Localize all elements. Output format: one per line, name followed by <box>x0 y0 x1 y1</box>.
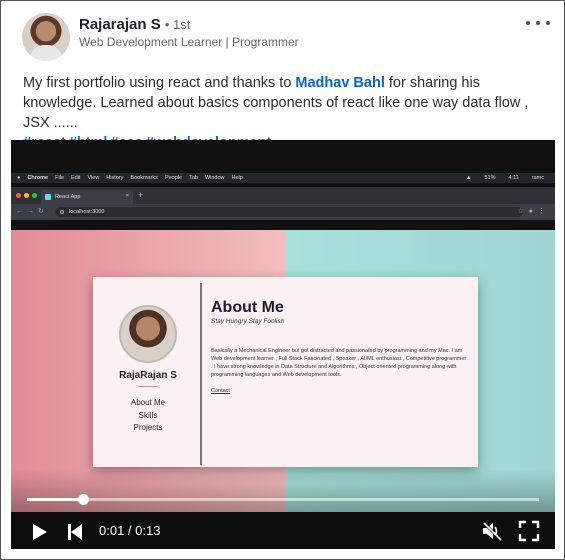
browser-tab-title: React App <box>55 194 81 200</box>
apple-icon: ● <box>17 175 21 181</box>
url-text: localhost:3000 <box>69 209 105 215</box>
nav-skills: Skills <box>138 410 158 420</box>
profile-name: RajaRajan S <box>119 370 177 381</box>
window-controls <box>16 193 37 198</box>
mac-menu-item: Bookmarks <box>130 175 158 181</box>
info-icon <box>60 210 64 214</box>
author-avatar[interactable] <box>22 13 70 61</box>
browser-tab: React App × <box>41 190 133 204</box>
mute-button[interactable] <box>481 520 503 542</box>
more-dot-icon <box>536 21 540 25</box>
fullscreen-icon <box>518 520 540 542</box>
more-dot-icon <box>526 21 530 25</box>
mac-menu-bar: ● Chrome File Edit View History Bookmark… <box>11 173 555 183</box>
progress-bar[interactable] <box>27 494 539 505</box>
mac-menu-item: People <box>164 175 183 181</box>
about-subtitle: Stay Hungry Stay Foolish <box>211 318 285 325</box>
profile-photo <box>119 305 177 363</box>
minimize-window-icon <box>24 193 29 198</box>
fullscreen-button[interactable] <box>518 520 540 542</box>
nav-projects: Projects <box>133 423 163 432</box>
post-card: Rajarajan S • 1st Web Development Learne… <box>0 0 565 560</box>
wifi-icon: ▲ <box>466 175 472 181</box>
about-body: Basically a Mechanical Engineer but got … <box>211 348 467 378</box>
browser-nav-icons: ←→↻ <box>16 208 48 215</box>
about-section: About Me Stay Hungry Stay Foolish Basica… <box>211 299 469 397</box>
about-title: About Me <box>211 299 284 316</box>
contact-link: Contact <box>211 388 230 394</box>
post-text-start: My first portfolio using react and thank… <box>23 75 296 91</box>
more-options-button[interactable] <box>524 13 552 33</box>
mac-menu-item: Tab <box>189 175 198 181</box>
battery-percent: 51% <box>484 175 496 181</box>
mac-menu-item: History <box>106 175 124 181</box>
browser-tab-strip: React App × + <box>11 187 555 204</box>
portfolio-card: RajaRajan S About Me Skills Projects Abo… <box>93 277 478 467</box>
mac-menu-item: View <box>87 175 100 181</box>
author-name[interactable]: Rajarajan S <box>79 16 161 33</box>
player-control-bar: 0:01 / 0:13 <box>11 512 555 549</box>
skip-back-button[interactable] <box>65 522 85 542</box>
profile-column: RajaRajan S About Me Skills Projects <box>93 277 200 467</box>
post-header: Rajarajan S • 1st Web Development Learne… <box>22 13 552 65</box>
portfolio-nav: About Me Skills Projects <box>93 398 203 436</box>
name-underline <box>138 386 158 387</box>
maximize-window-icon <box>32 193 37 198</box>
user-name: ramc <box>531 175 544 181</box>
play-icon <box>33 524 47 540</box>
time-display: 0:01 / 0:13 <box>99 523 161 538</box>
more-dot-icon <box>546 21 550 25</box>
mac-menu-item: Edit <box>70 175 81 181</box>
react-favicon-icon <box>45 194 51 200</box>
mac-menu-item: Help <box>231 175 243 181</box>
connection-degree: • 1st <box>164 17 191 32</box>
close-window-icon <box>16 193 21 198</box>
new-tab-icon: + <box>138 190 144 200</box>
mention-link[interactable]: Madhav Bahl <box>295 75 384 91</box>
mac-status-area: ▲ 51% 4:11 ramc <box>460 173 551 183</box>
mac-menu-item: Chrome <box>27 175 49 181</box>
author-headline: Web Development Learner | Programmer <box>79 35 299 49</box>
skip-back-icon <box>68 524 82 540</box>
browser-address-bar: ←→↻ localhost:3000 ☆●⋮ <box>11 204 555 220</box>
url-field: localhost:3000 <box>55 207 523 217</box>
close-tab-icon: × <box>125 193 129 199</box>
nav-about-me: About Me <box>130 398 166 407</box>
clock-text: 4:11 <box>508 175 519 181</box>
progress-fill <box>27 498 84 501</box>
play-button[interactable] <box>29 522 49 542</box>
author-name-line[interactable]: Rajarajan S • 1st <box>79 16 190 33</box>
card-divider <box>200 283 202 465</box>
mac-menu-item: File <box>55 175 64 181</box>
mac-menu-item: Window <box>204 175 225 181</box>
video-player[interactable]: ● Chrome File Edit View History Bookmark… <box>11 140 555 549</box>
volume-muted-icon <box>482 521 503 542</box>
browser-toolbar-icons: ☆●⋮ <box>517 208 550 215</box>
